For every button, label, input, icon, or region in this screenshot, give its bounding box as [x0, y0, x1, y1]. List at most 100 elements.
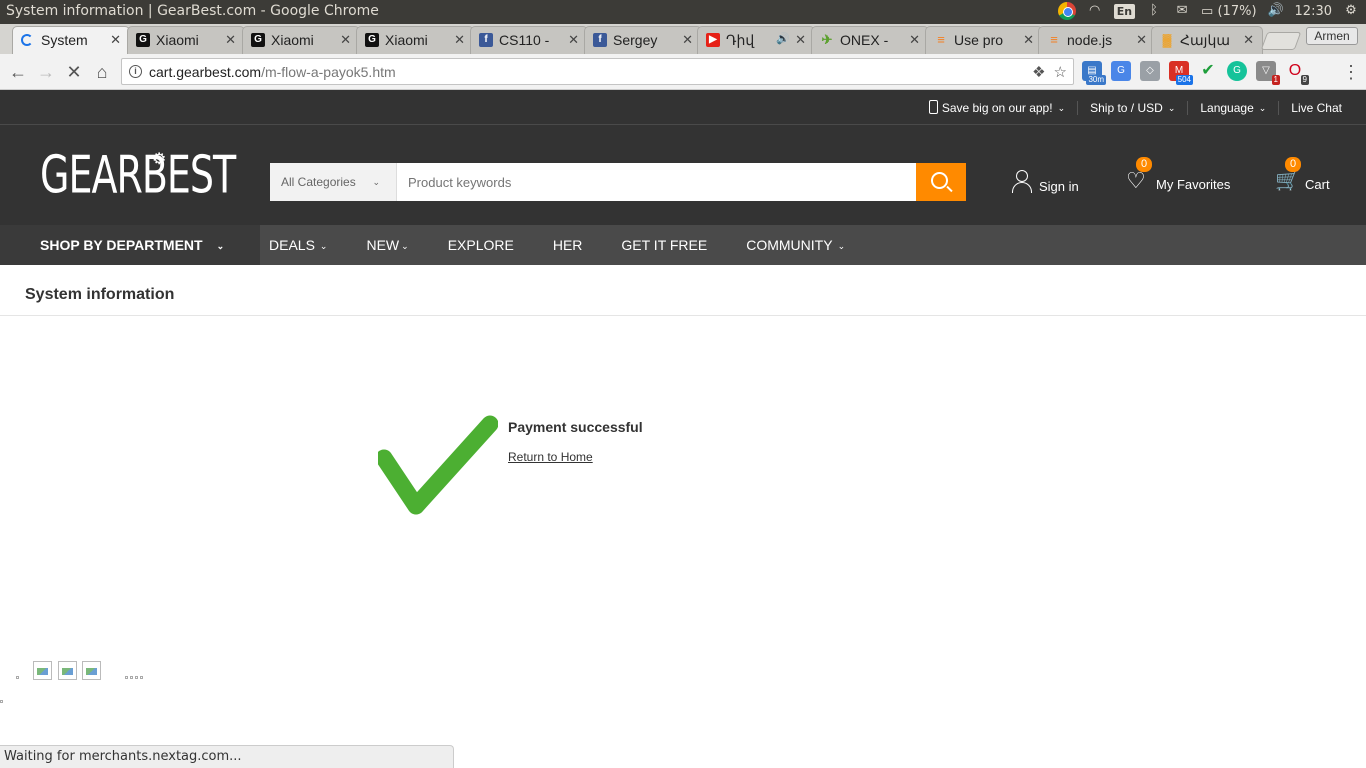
- close-tab-icon[interactable]: ✕: [454, 32, 465, 48]
- opera-ext-icon[interactable]: O9: [1285, 61, 1309, 85]
- sign-in-label: Sign in: [1039, 179, 1079, 194]
- chevron-down-icon: ⌄: [372, 177, 380, 187]
- nav-get-it-free[interactable]: GET IT FREE: [621, 237, 707, 253]
- gearbest-logo[interactable]: GEARBEST: [40, 145, 236, 204]
- return-to-home-link[interactable]: Return to Home: [508, 450, 593, 464]
- app-promo-link[interactable]: Save big on our app! ⌄: [917, 100, 1077, 115]
- forward-arrow-icon[interactable]: →: [35, 61, 57, 83]
- bookmark-star-icon[interactable]: ☆: [1054, 63, 1067, 81]
- favorites-link[interactable]: ♡ 0 My Favorites: [1126, 157, 1230, 192]
- tab-cs110[interactable]: f CS110 - ✕: [470, 26, 588, 54]
- nav-deals[interactable]: DEALS ⌄: [269, 237, 327, 253]
- clock[interactable]: 12:30: [1295, 4, 1332, 19]
- nav-new[interactable]: NEW ⌄: [366, 237, 408, 253]
- broken-pixel-image: [0, 700, 3, 703]
- tab-onex[interactable]: ✈ ONEX - ✕: [811, 26, 929, 54]
- loading-status-bubble: Waiting for merchants.nextag.com...: [0, 745, 454, 768]
- gearbest-favicon-icon: G: [251, 33, 265, 47]
- shop-by-department-menu[interactable]: SHOP BY DEPARTMENT ⌄: [0, 225, 260, 265]
- chevron-down-icon: ⌄: [1167, 102, 1176, 113]
- ext-badge: 9: [1300, 75, 1309, 85]
- battery-indicator[interactable]: ▭ (17%): [1201, 4, 1256, 19]
- tab-xiaomi-1[interactable]: G Xiaomi ✕: [127, 26, 245, 54]
- user-icon: [1011, 170, 1033, 194]
- chevron-down-icon: ⌄: [837, 241, 846, 251]
- keyboard-layout-indicator[interactable]: En: [1113, 3, 1136, 19]
- blocked-plugin-icon[interactable]: ❖: [1032, 63, 1045, 81]
- close-tab-icon[interactable]: ✕: [1136, 32, 1147, 48]
- url-path: /m-flow-a-payok5.htm: [261, 64, 396, 80]
- tab-label: CS110 -: [499, 32, 550, 48]
- nav-label: HER: [552, 237, 583, 253]
- nav-label: NEW: [366, 237, 400, 253]
- tab-xiaomi-3[interactable]: G Xiaomi ✕: [356, 26, 474, 54]
- tab-label: Use pro: [954, 32, 1004, 48]
- new-tab-button[interactable]: [1260, 32, 1302, 50]
- bluetooth-icon[interactable]: ᛒ: [1145, 2, 1163, 20]
- home-icon[interactable]: ⌂: [91, 61, 113, 83]
- site-info-icon[interactable]: i: [129, 65, 142, 78]
- tag-ext-icon[interactable]: ◇: [1140, 61, 1160, 81]
- mail-icon[interactable]: ✉: [1173, 2, 1191, 20]
- language-dropdown[interactable]: Language ⌄: [1187, 100, 1278, 115]
- volume-icon[interactable]: 🔊: [1267, 2, 1285, 20]
- shield-ext-icon[interactable]: ▽ 1: [1256, 61, 1280, 85]
- grid-favicon-icon: ▓: [1162, 33, 1172, 47]
- tab-nodejs[interactable]: ≡ node.js ✕: [1038, 26, 1156, 54]
- tab-hayka[interactable]: ▓ Հայկա ✕: [1151, 26, 1263, 54]
- cart-link[interactable]: 🛒 0 Cart: [1275, 157, 1330, 192]
- close-tab-icon[interactable]: ✕: [909, 32, 920, 48]
- nav-label: COMMUNITY: [746, 237, 833, 253]
- close-tab-icon[interactable]: ✕: [225, 32, 236, 48]
- wifi-icon[interactable]: ◠: [1086, 2, 1104, 20]
- nav-community[interactable]: COMMUNITY ⌄: [746, 237, 845, 253]
- category-select[interactable]: All Categories ⌄: [270, 163, 397, 201]
- main-navigation: SHOP BY DEPARTMENT ⌄ DEALS ⌄ NEW ⌄ EXPLORE …: [0, 225, 1366, 265]
- facebook-favicon-icon: f: [593, 33, 607, 47]
- broken-pixel-image: [16, 676, 19, 679]
- ext-badge: 1: [1271, 75, 1280, 85]
- close-tab-icon[interactable]: ✕: [1023, 32, 1034, 48]
- tab-sergey[interactable]: f Sergey ✕: [584, 26, 702, 54]
- check-ext-icon[interactable]: ✔: [1198, 61, 1218, 81]
- tab-xiaomi-2[interactable]: G Xiaomi ✕: [242, 26, 360, 54]
- broken-pixel-image: [135, 676, 138, 679]
- tab-system-information[interactable]: System ✕: [12, 26, 130, 54]
- grammarly-ext-icon[interactable]: G: [1227, 61, 1247, 81]
- chrome-tray-icon[interactable]: [1057, 2, 1076, 20]
- close-tab-icon[interactable]: ✕: [568, 32, 579, 48]
- chevron-down-icon: ⌄: [216, 241, 225, 251]
- search-input[interactable]: [397, 163, 916, 201]
- page-title: System information: [25, 286, 175, 303]
- ext-badge: 30m: [1086, 75, 1106, 85]
- close-tab-icon[interactable]: ✕: [795, 32, 806, 48]
- ship-to-dropdown[interactable]: Ship to / USD ⌄: [1077, 100, 1187, 115]
- close-tab-icon[interactable]: ✕: [110, 32, 121, 48]
- nav-her[interactable]: HER: [553, 237, 583, 253]
- back-arrow-icon[interactable]: ←: [7, 61, 29, 83]
- extensions-bar: ▤ 30m G ◇ M 504 ✔ G ▽ 1 O9: [1082, 61, 1309, 85]
- gearbest-favicon-icon: G: [365, 33, 379, 47]
- sign-in-link[interactable]: Sign in: [1011, 170, 1079, 194]
- gmail-ext-icon[interactable]: M 504: [1169, 61, 1193, 85]
- close-tab-icon[interactable]: ✕: [1243, 32, 1254, 48]
- chrome-menu-icon[interactable]: ⋮: [1342, 62, 1360, 83]
- calendar-ext-icon[interactable]: ▤ 30m: [1082, 61, 1106, 85]
- nav-explore[interactable]: EXPLORE: [448, 237, 514, 253]
- settings-gear-icon[interactable]: ⚙: [1342, 2, 1360, 20]
- live-chat-link[interactable]: Live Chat: [1278, 100, 1354, 115]
- close-tab-icon[interactable]: ✕: [340, 32, 351, 48]
- tab-use-pro[interactable]: ≡ Use pro ✕: [925, 26, 1043, 54]
- broken-pixel-image: [125, 676, 128, 679]
- profile-button[interactable]: Armen: [1306, 27, 1358, 45]
- broken-image-icon: [33, 661, 52, 680]
- close-tab-icon[interactable]: ✕: [682, 32, 693, 48]
- translate-ext-icon[interactable]: G: [1111, 61, 1131, 81]
- search-button[interactable]: [916, 163, 966, 201]
- url-text[interactable]: cart.gearbest.com/m-flow-a-payok5.htm: [149, 64, 396, 80]
- audio-playing-icon[interactable]: 🔊: [776, 32, 790, 45]
- address-bar[interactable]: i cart.gearbest.com/m-flow-a-payok5.htm …: [121, 58, 1074, 85]
- tab-label: System: [41, 32, 88, 48]
- tab-youtube[interactable]: ▶ Դիվ 🔊 ✕: [697, 26, 815, 54]
- stop-loading-icon[interactable]: ✕: [63, 61, 85, 83]
